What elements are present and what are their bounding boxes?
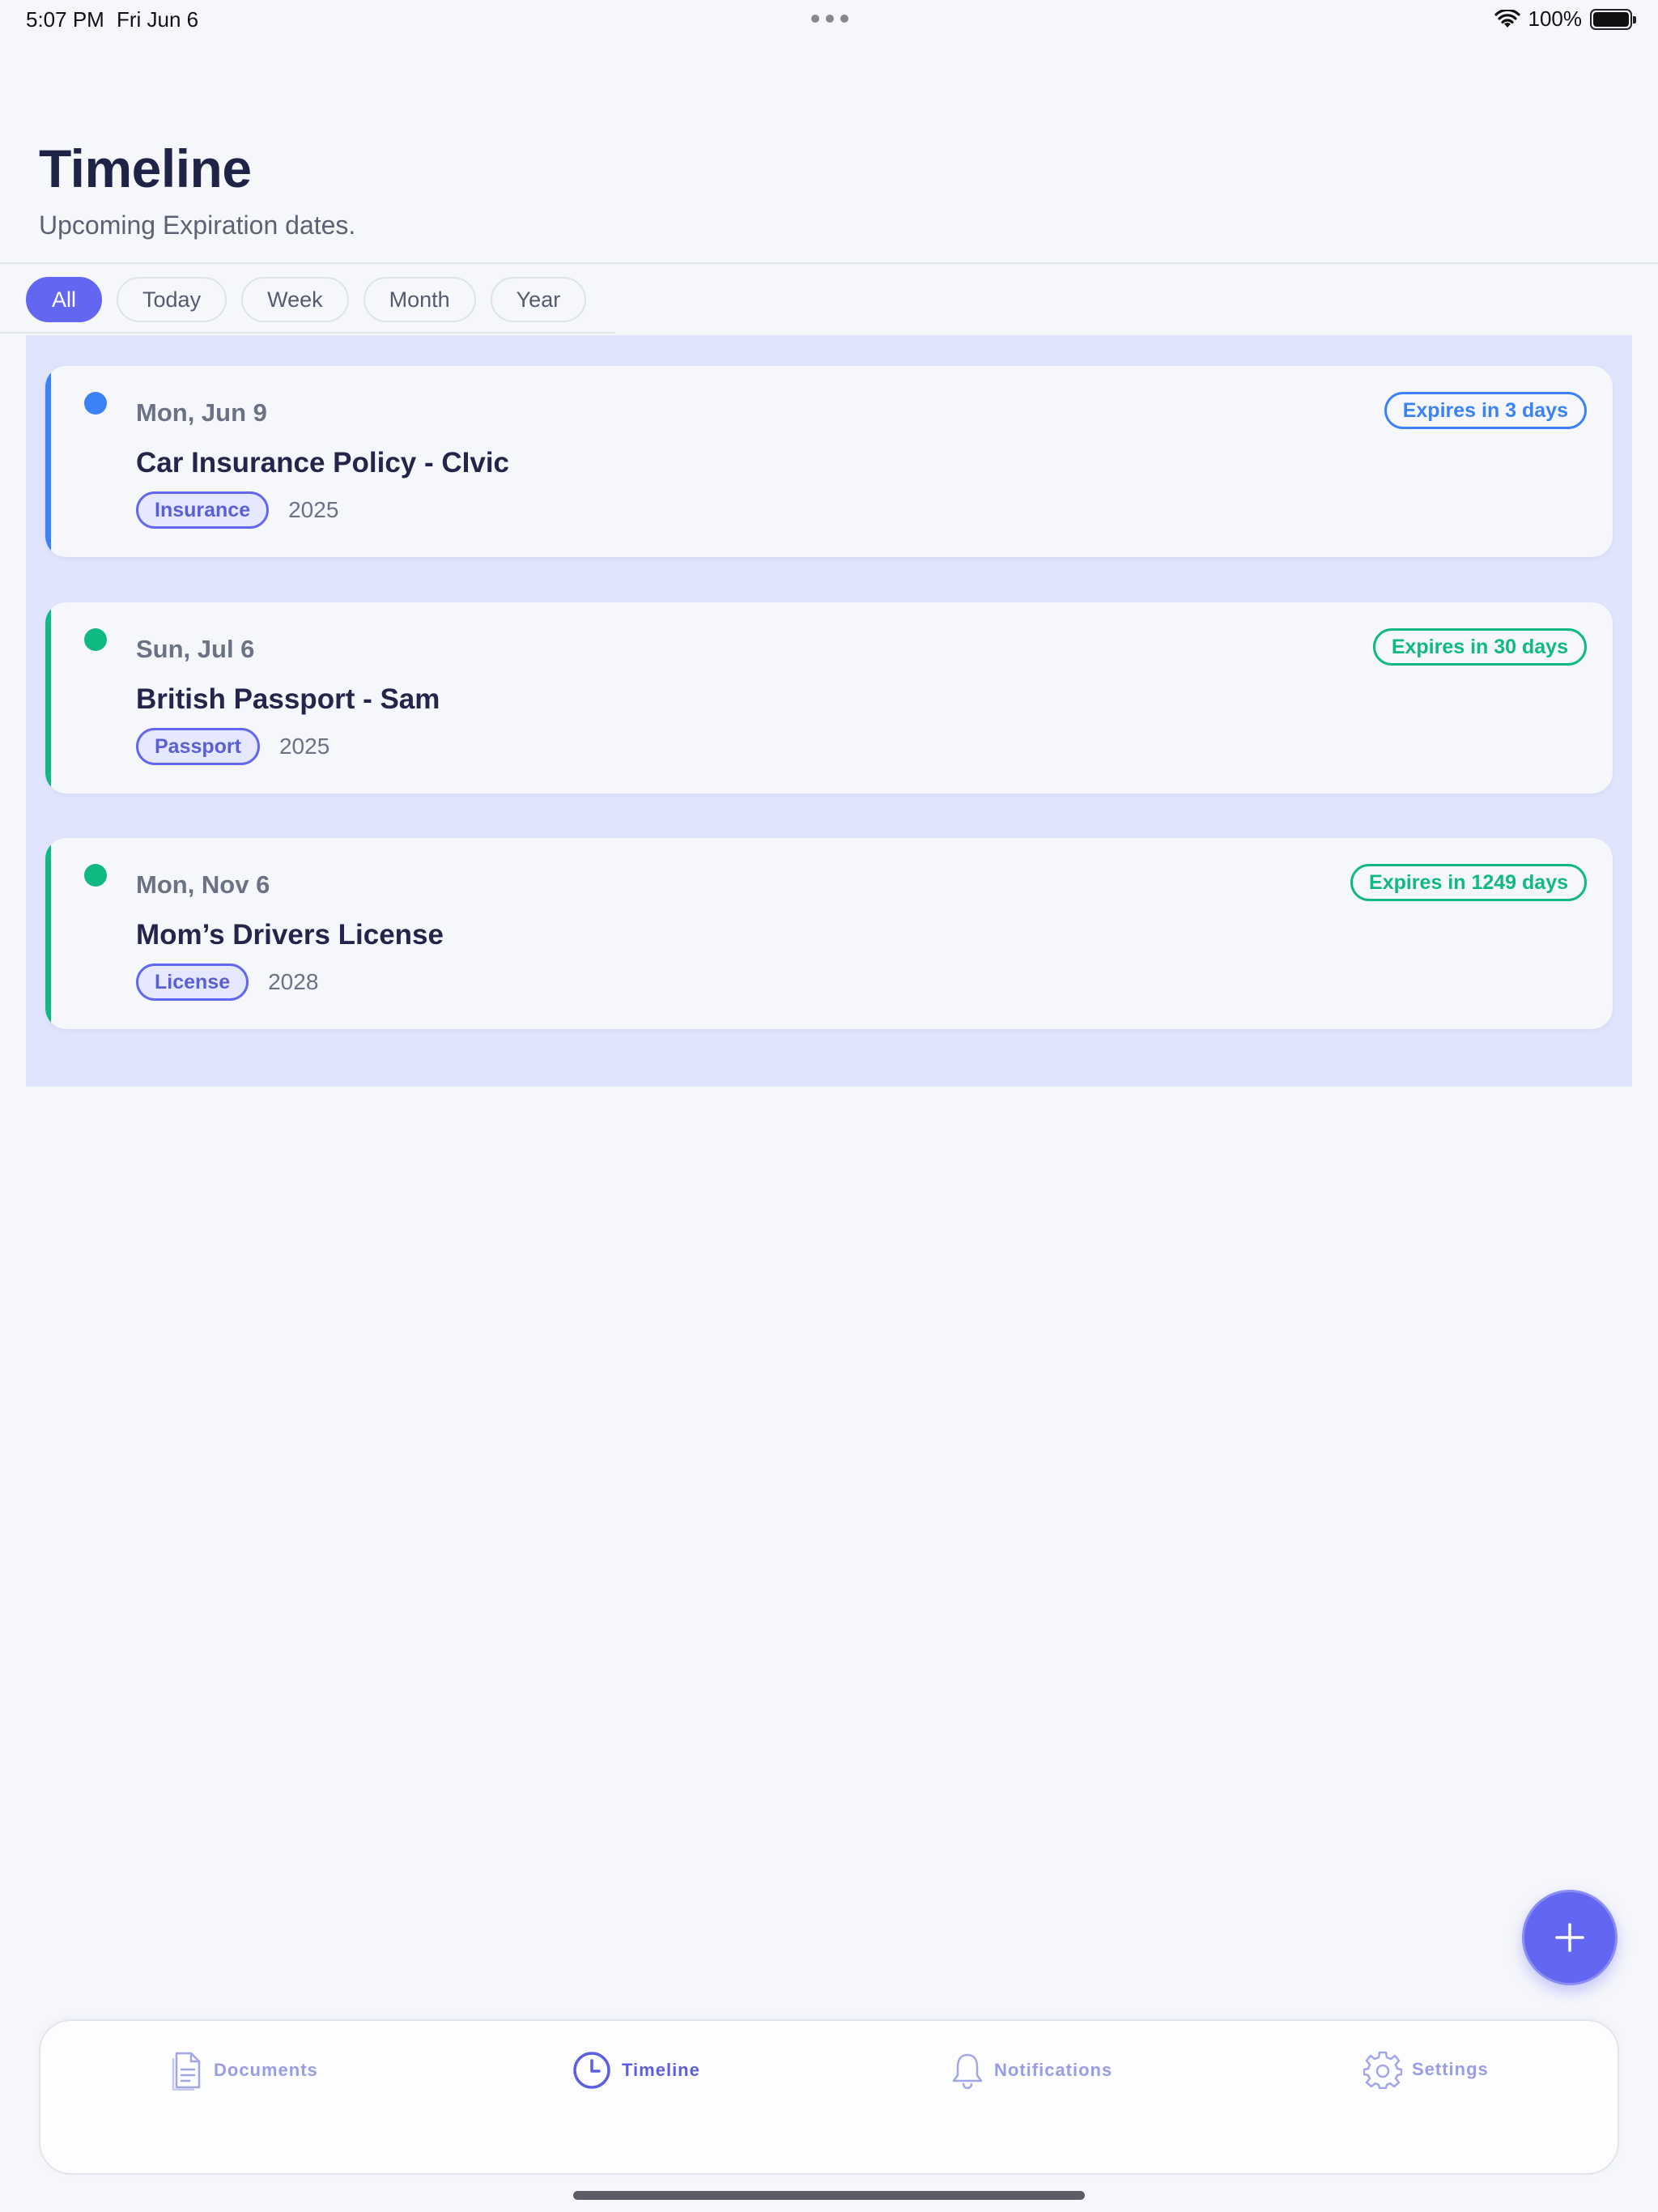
item-title: Car Insurance Policy - CIvic (136, 447, 510, 479)
timeline-screen: 5:07 PM Fri Jun 6 100% Timeline Upcoming… (0, 0, 1658, 2212)
filter-chip-today[interactable]: Today (117, 277, 227, 322)
page-subtitle: Upcoming Expiration dates. (39, 211, 356, 240)
multitasking-dots-icon[interactable] (811, 15, 848, 23)
item-title: British Passport - Sam (136, 683, 440, 715)
card-accent-bar (45, 838, 51, 1029)
card-accent-bar (45, 602, 51, 793)
timeline-item-car-insurance[interactable]: Mon, Jun 9 Car Insurance Policy - CIvic … (45, 366, 1613, 557)
header-divider (0, 262, 1658, 264)
status-dot (84, 628, 107, 651)
status-right: 100% (1494, 6, 1636, 32)
status-time: 5:07 PM (26, 7, 104, 32)
battery-icon (1590, 8, 1636, 30)
tab-label: Settings (1412, 2059, 1489, 2079)
category-tag: Insurance (136, 491, 270, 529)
item-year: 2025 (288, 497, 339, 522)
status-date: Fri Jun 6 (117, 7, 199, 32)
status-dot (84, 392, 107, 415)
expiry-badge: Expires in 1249 days (1350, 864, 1587, 901)
item-year: 2028 (268, 969, 319, 994)
bell-icon (952, 2053, 983, 2090)
filters-divider (0, 332, 615, 334)
expiry-badge: Expires in 3 days (1384, 392, 1587, 429)
page-header: Timeline Upcoming Expiration dates. (39, 138, 355, 240)
item-title: Mom’s Drivers License (136, 919, 444, 951)
tab-settings[interactable]: Settings (1363, 2050, 1489, 2089)
timeline-list: Mon, Jun 9 Car Insurance Policy - CIvic … (26, 335, 1632, 1087)
item-meta: Passport 2025 (136, 728, 329, 765)
card-accent-bar (45, 366, 51, 557)
wifi-icon (1494, 9, 1520, 28)
filter-chip-week[interactable]: Week (241, 277, 349, 322)
plus-icon (1555, 1923, 1584, 1952)
filter-chips: All Today Week Month Year (26, 277, 587, 322)
status-dot (84, 864, 107, 887)
item-date: Mon, Nov 6 (136, 870, 270, 899)
gear-icon (1363, 2051, 1402, 2089)
item-year: 2025 (278, 734, 330, 759)
clock-icon (573, 2052, 610, 2089)
item-date: Sun, Jul 6 (136, 635, 255, 663)
tab-documents[interactable]: Documents (170, 2050, 318, 2091)
page-title: Timeline (39, 138, 252, 198)
expiry-badge: Expires in 30 days (1372, 628, 1587, 666)
filter-chip-month[interactable]: Month (363, 277, 476, 322)
timeline-item-passport[interactable]: Sun, Jul 6 British Passport - Sam Passpo… (45, 602, 1613, 793)
item-meta: Insurance 2025 (136, 491, 338, 529)
category-tag: License (136, 963, 249, 1001)
filter-chip-year[interactable]: Year (490, 277, 587, 322)
bottom-tab-bar: Documents Timeline Notifications Setting… (39, 2019, 1619, 2175)
home-indicator[interactable] (573, 2191, 1085, 2200)
item-meta: License 2028 (136, 963, 318, 1001)
filter-chip-all[interactable]: All (26, 277, 103, 322)
timeline-item-drivers-license[interactable]: Mon, Nov 6 Mom’s Drivers License License… (45, 838, 1613, 1029)
tab-label: Timeline (622, 2060, 700, 2080)
add-document-button[interactable] (1522, 1890, 1618, 1985)
tab-label: Notifications (994, 2060, 1113, 2080)
category-tag: Passport (136, 728, 260, 765)
tab-notifications[interactable]: Notifications (950, 2050, 1112, 2091)
battery-percent: 100% (1528, 6, 1583, 31)
status-bar: 5:07 PM Fri Jun 6 100% (0, 0, 1658, 39)
document-icon (172, 2052, 201, 2091)
item-date: Mon, Jun 9 (136, 398, 267, 427)
tab-timeline[interactable]: Timeline (572, 2050, 700, 2091)
tab-label: Documents (214, 2060, 318, 2080)
